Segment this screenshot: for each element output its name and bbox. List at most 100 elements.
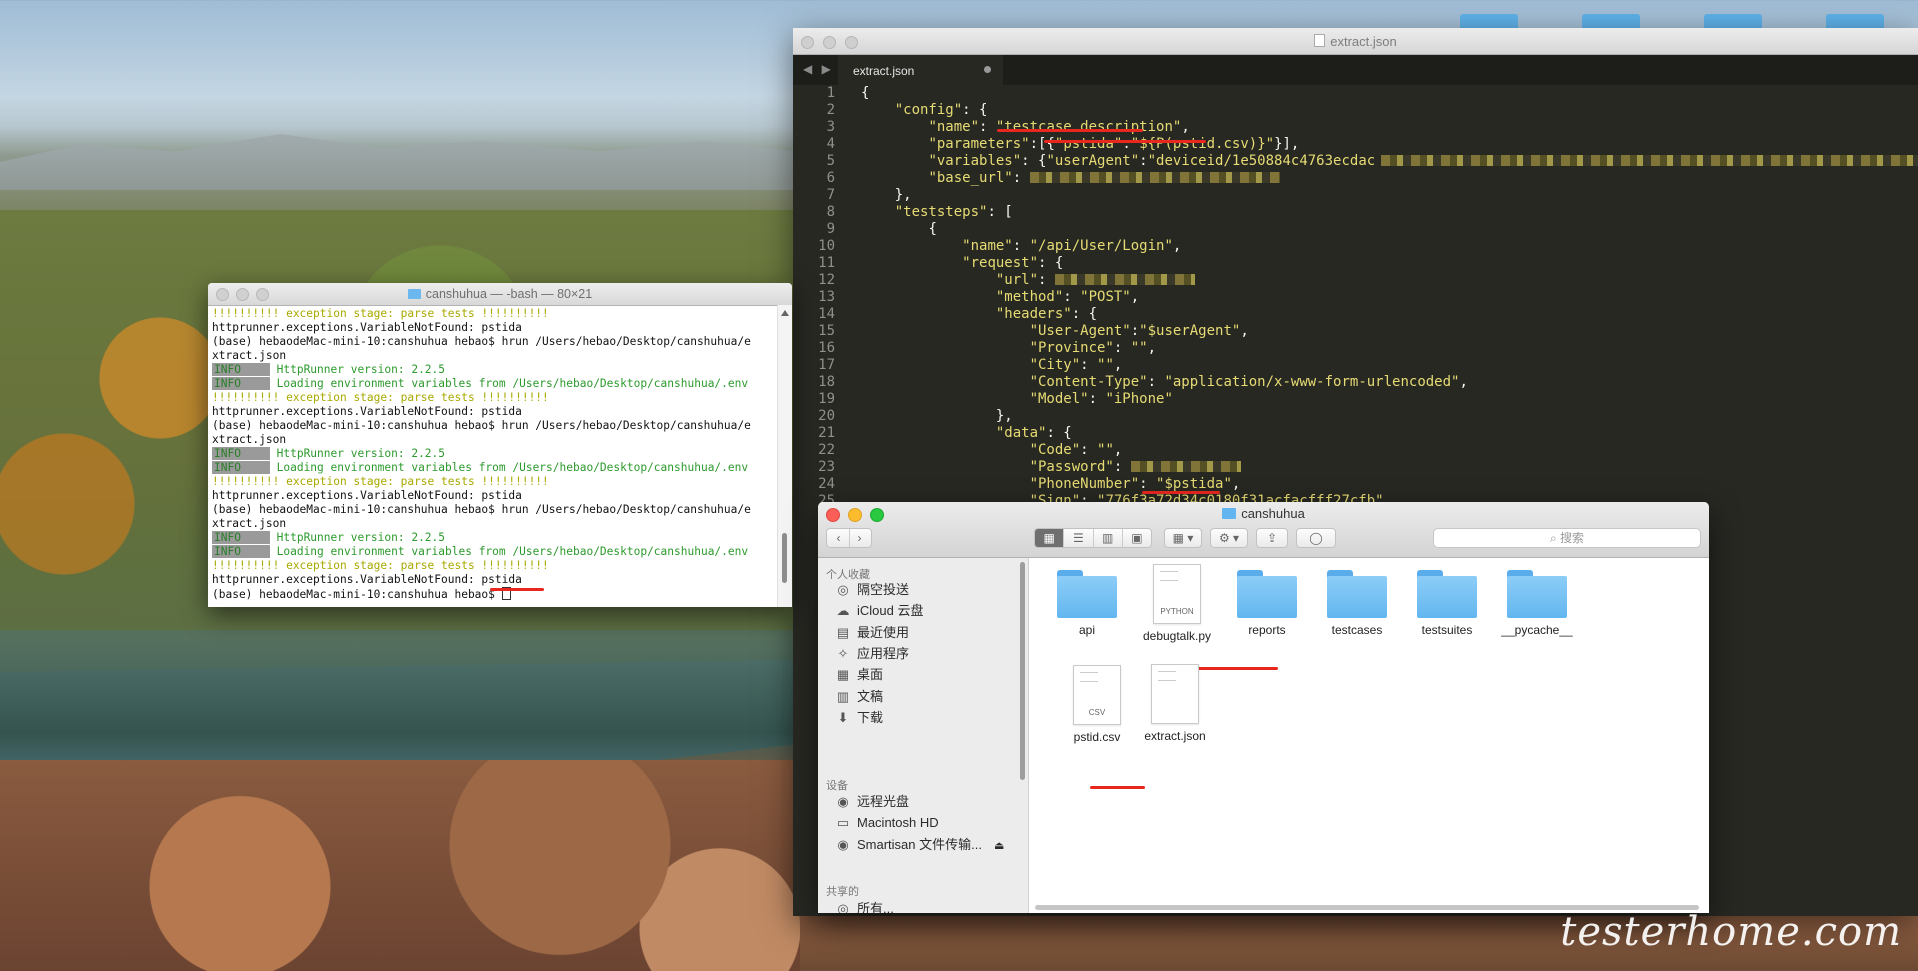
terminal-scrollbar[interactable] [777, 305, 792, 607]
json-string: "deviceid/1e50884c4763ecdac [1147, 153, 1376, 169]
json-key: "Province" [1029, 340, 1114, 356]
code-line[interactable]: "Province": "", [861, 340, 1918, 357]
tab-nav-arrows-icon[interactable]: ◀ ▶ [803, 62, 834, 76]
scrollbar-thumb[interactable] [782, 533, 787, 583]
file-item[interactable]: testsuites [1397, 570, 1497, 637]
editor-titlebar[interactable]: extract.json [793, 28, 1918, 55]
terminal-line: (base) hebaodeMac-mini-10:canshuhua heba… [212, 503, 751, 516]
eject-icon[interactable]: ⏏ [994, 840, 1004, 852]
code-text: }], [1274, 136, 1300, 152]
code-text: , [1172, 238, 1182, 254]
terminal-line: xtract.json [212, 517, 287, 530]
code-text: : [1147, 374, 1165, 390]
terminal-output[interactable]: !!!!!!!!!! exception stage: parse tests … [212, 307, 776, 607]
json-key: "Code" [1029, 442, 1081, 458]
line-number: 9 [826, 221, 835, 237]
line-number-gutter: 1 2 3 4 5 6 7 8 9 10 11 12 13 14 15 16 17 18 19 20 21 22 23 24 2… [793, 85, 835, 510]
code-text: : { [962, 102, 988, 118]
code-line[interactable]: }, [861, 187, 1918, 204]
code-line[interactable]: "request": { [861, 255, 1918, 272]
code-line[interactable]: "name": "/api/User/Login", [861, 238, 1918, 255]
code-line[interactable]: { [861, 221, 1918, 238]
file-item[interactable]: __pycache__ [1487, 570, 1587, 637]
hard-drive-icon: ▭ [836, 815, 850, 831]
document-icon [1151, 664, 1199, 724]
file-item[interactable]: testcases [1307, 570, 1407, 637]
line-number: 14 [818, 306, 835, 322]
sidebar-item[interactable]: ▥ 文稿 [836, 687, 883, 707]
code-line[interactable]: "name": "testcase description", [861, 119, 1918, 136]
code-line[interactable]: "data": { [861, 425, 1918, 442]
file-type-tag: CSV [1088, 708, 1106, 717]
code-line[interactable]: "url": [861, 272, 1918, 289]
json-string: "testcase description" [995, 119, 1182, 135]
log-level-tag: INFO [212, 447, 270, 460]
terminal-line: INFO Loading environment variables from … [212, 545, 776, 559]
code-line[interactable]: "Content-Type": "application/x-www-form-… [861, 374, 1918, 391]
file-item[interactable]: api [1037, 570, 1137, 637]
line-number: 5 [826, 153, 835, 169]
finder-file-area[interactable]: api PYTHON debugtalk.py reports testcases tes… [1029, 558, 1709, 913]
terminal-line: (base) hebaodeMac-mini-10:canshuhua heba… [212, 419, 751, 432]
share-icon[interactable]: ⇪ [1256, 528, 1288, 548]
code-line[interactable]: "base_url": [861, 170, 1918, 187]
sidebar-item[interactable]: ◎ 所有... [836, 899, 894, 913]
code-line[interactable]: "PhoneNumber": "$pstida", [861, 476, 1918, 493]
sidebar-item[interactable]: ☁ iCloud 云盘 [836, 601, 924, 621]
recents-icon: ▤ [836, 624, 850, 640]
editor-tabbar: ◀ ▶ extract.json [793, 55, 1918, 85]
file-item[interactable]: extract.json [1125, 664, 1225, 743]
terminal-line: !!!!!!!!!! exception stage: parse tests … [212, 391, 549, 404]
file-item[interactable]: reports [1217, 570, 1317, 637]
search-input[interactable]: ⌕ 搜索 [1433, 528, 1701, 548]
code-line[interactable]: { [861, 85, 1918, 102]
tab-extract-json[interactable]: extract.json [838, 55, 1003, 85]
gallery-view-icon[interactable]: ▣ [1121, 529, 1151, 547]
code-line[interactable]: "method": "POST", [861, 289, 1918, 306]
code-line[interactable]: "parameters":[{"pstida":"${P(pstid.csv)}… [861, 136, 1918, 153]
list-view-icon[interactable]: ☰ [1063, 529, 1092, 547]
code-line[interactable]: "Model": "iPhone" [861, 391, 1918, 408]
folder-icon [1327, 570, 1387, 618]
tags-icon[interactable]: ◯ [1296, 528, 1336, 548]
icon-view-icon[interactable]: ▦ [1035, 529, 1064, 547]
finder-toolbar[interactable]: canshuhua ‹ › ▦ ☰ ▥ ▣ ▦ ▾ ⚙ ▾ ⇪ ◯ ⌕ 搜索 [818, 502, 1709, 558]
sidebar-item-label: 所有... [857, 901, 894, 913]
log-message: Loading environment variables from /User… [269, 461, 749, 474]
scroll-up-icon[interactable] [781, 310, 789, 316]
code-content[interactable]: { "config": { "name": "testcase descript… [861, 85, 1918, 510]
code-line[interactable]: "teststeps": [ [861, 204, 1918, 221]
code-text: , [1113, 442, 1123, 458]
sidebar-item[interactable]: ▦ 桌面 [836, 665, 883, 685]
sidebar-scrollbar[interactable] [1020, 562, 1025, 780]
code-line[interactable]: "User-Agent":"$userAgent", [861, 323, 1918, 340]
sidebar-item[interactable]: ▤ 最近使用 [836, 623, 909, 643]
code-line[interactable]: "variables": {"userAgent":"deviceid/1e50… [861, 153, 1918, 170]
code-line[interactable]: "City": "", [861, 357, 1918, 374]
sidebar-item[interactable]: ▭ Macintosh HD [836, 813, 939, 833]
forward-button[interactable]: › [848, 529, 870, 547]
sidebar-item[interactable]: ◎ 隔空投送 [836, 580, 909, 600]
sidebar-item[interactable]: ◉ Smartisan 文件传输... ⏏ [836, 835, 1004, 855]
code-line[interactable]: "Password": [861, 459, 1918, 476]
back-button[interactable]: ‹ [829, 529, 849, 547]
line-number: 6 [826, 170, 835, 186]
code-line[interactable]: "config": { [861, 102, 1918, 119]
sidebar-item-label: iCloud 云盘 [857, 603, 924, 619]
unsaved-dot-icon[interactable] [984, 66, 991, 73]
terminal-line: !!!!!!!!!! exception stage: parse tests … [212, 307, 549, 320]
file-item[interactable]: PYTHON debugtalk.py [1127, 564, 1227, 643]
action-gear-icon[interactable]: ⚙ ▾ [1210, 528, 1248, 548]
sidebar-item[interactable]: ⬇ 下载 [836, 708, 883, 728]
code-line[interactable]: }, [861, 408, 1918, 425]
arrange-menu-icon[interactable]: ▦ ▾ [1164, 528, 1202, 548]
terminal-titlebar[interactable]: canshuhua — -bash — 80×21 [208, 283, 792, 306]
code-line[interactable]: "Code": "", [861, 442, 1918, 459]
sidebar-item[interactable]: ◉ 远程光盘 [836, 792, 909, 812]
line-number: 11 [818, 255, 835, 271]
code-text: : { [1038, 255, 1064, 271]
sidebar-item[interactable]: ✧ 应用程序 [836, 644, 909, 664]
line-number: 1 [826, 85, 835, 101]
code-line[interactable]: "headers": { [861, 306, 1918, 323]
column-view-icon[interactable]: ▥ [1092, 529, 1122, 547]
